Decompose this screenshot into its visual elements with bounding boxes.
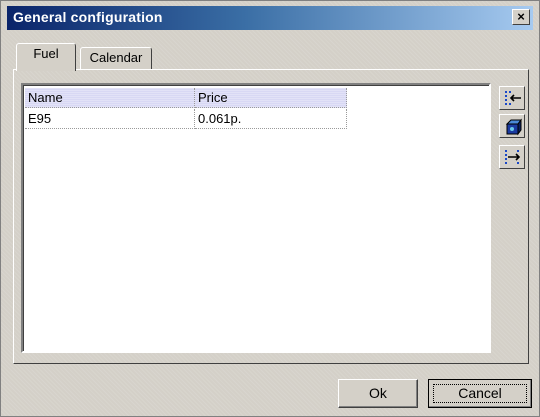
table-row[interactable]: E95 0.061p. (25, 109, 347, 129)
close-button[interactable]: × (512, 9, 530, 25)
close-icon: × (517, 9, 525, 24)
tab-fuel-label: Fuel (33, 46, 59, 61)
column-header-name[interactable]: Name (25, 88, 195, 108)
insert-row-icon (505, 91, 521, 105)
config-dialog: General configuration × Fuel Calendar Na… (0, 0, 540, 417)
cancel-button-label: Cancel (458, 385, 502, 401)
insert-row-button[interactable] (499, 86, 525, 110)
delete-row-icon (505, 118, 522, 136)
column-header-price[interactable]: Price (195, 88, 347, 108)
cancel-button[interactable]: Cancel (428, 379, 532, 408)
fuel-grid[interactable]: Name Price E95 0.061p. (21, 83, 491, 353)
grid-header-row: Name Price (25, 88, 347, 108)
cell-name[interactable]: E95 (25, 109, 195, 129)
window-title: General configuration (13, 9, 163, 25)
ok-button-label: Ok (369, 385, 387, 401)
ok-button[interactable]: Ok (338, 379, 418, 408)
append-row-icon (505, 150, 521, 164)
tab-fuel[interactable]: Fuel (16, 43, 76, 71)
tab-calendar[interactable]: Calendar (80, 47, 152, 69)
delete-row-button[interactable] (499, 114, 525, 138)
title-bar[interactable]: General configuration × (7, 6, 533, 30)
tab-calendar-label: Calendar (89, 50, 143, 65)
cell-price[interactable]: 0.061p. (195, 109, 347, 129)
append-row-button[interactable] (499, 145, 525, 169)
